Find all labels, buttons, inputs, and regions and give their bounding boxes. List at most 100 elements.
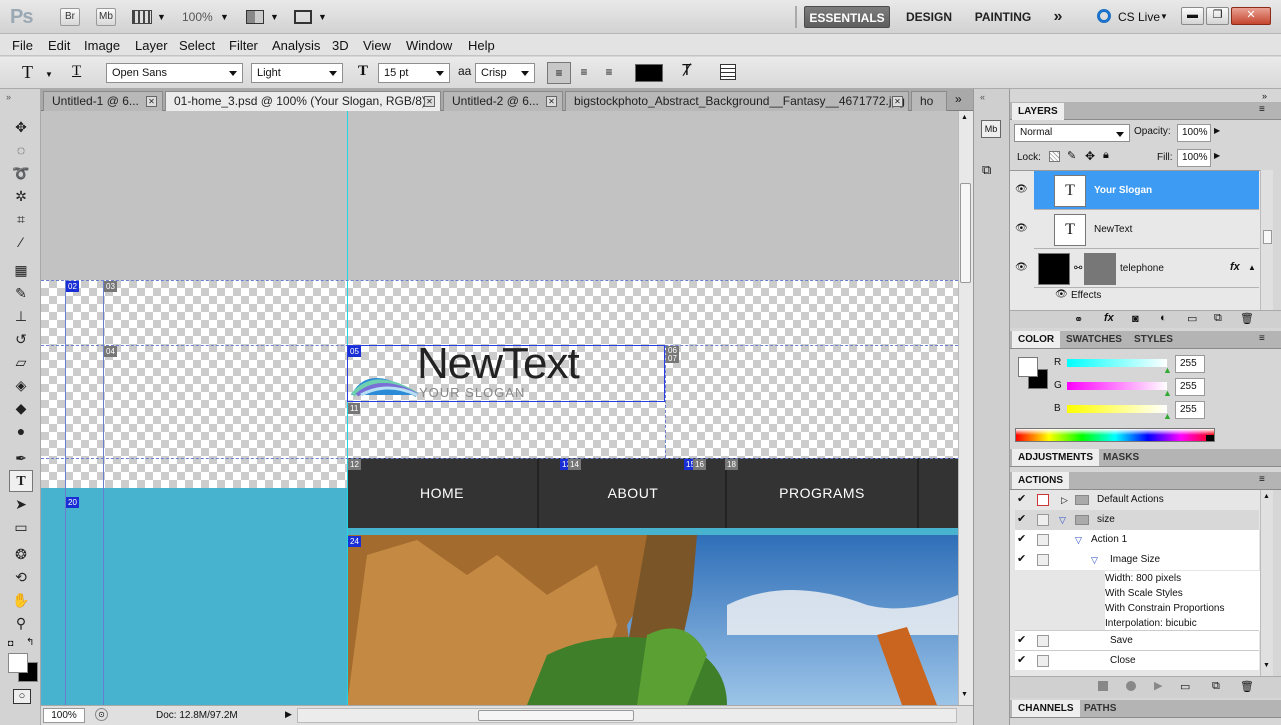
cs-live-icon[interactable]: [1097, 9, 1111, 23]
tab-untitled-2[interactable]: Untitled-2 @ 6... ✕: [443, 91, 563, 111]
tab-actions[interactable]: ACTIONS: [1012, 472, 1069, 489]
check-icon[interactable]: ✔: [1017, 514, 1029, 526]
actions-scrollbar[interactable]: ▲ ▼: [1260, 490, 1273, 676]
font-family-select[interactable]: Open Sans: [106, 63, 243, 83]
slice-label[interactable]: 20: [66, 497, 79, 508]
visibility-eye-icon[interactable]: 👁︎: [1015, 262, 1028, 273]
action-set-row[interactable]: ✔ ▷ Default Actions: [1015, 490, 1259, 510]
stop-icon[interactable]: [1098, 681, 1108, 691]
chevron-down-icon[interactable]: ▼: [45, 70, 53, 79]
new-layer-icon[interactable]: ⧉: [1214, 312, 1222, 325]
close-icon[interactable]: ✕: [546, 96, 557, 107]
slice-label[interactable]: 18: [725, 459, 738, 470]
layer-row[interactable]: T NewText: [1034, 210, 1259, 249]
chevron-down-icon[interactable]: ▼: [318, 12, 327, 22]
magic-wand-icon[interactable]: ✲: [9, 185, 33, 207]
lasso-tool-icon[interactable]: ➰: [9, 162, 33, 184]
filmstrip-icon[interactable]: [132, 10, 152, 24]
tab-layers[interactable]: LAYERS: [1012, 103, 1064, 120]
zoom-tool-icon[interactable]: ⚲: [9, 612, 33, 634]
action-step-row[interactable]: ✔ ▽ Image Size: [1015, 550, 1259, 570]
menu-filter[interactable]: Filter: [229, 38, 258, 53]
fill-field[interactable]: 100%: [1177, 149, 1211, 167]
lock-pixels-icon[interactable]: ✎: [1067, 149, 1076, 162]
color-spectrum[interactable]: [1015, 428, 1215, 442]
menu-view[interactable]: View: [363, 38, 391, 53]
dodge-tool-icon[interactable]: ●: [9, 420, 33, 442]
action-step-row[interactable]: ✔ Save: [1015, 630, 1259, 650]
nav-programs[interactable]: PROGRAMS: [727, 458, 917, 528]
menu-analysis[interactable]: Analysis: [272, 38, 320, 53]
action-set-row[interactable]: ✔ ▽ size: [1015, 510, 1259, 530]
zoom-field[interactable]: 100%: [43, 708, 85, 723]
panel-menu-icon[interactable]: ≡: [1259, 333, 1265, 344]
character-panel-icon[interactable]: [720, 64, 736, 80]
menu-help[interactable]: Help: [468, 38, 495, 53]
pen-tool-icon[interactable]: ✒: [9, 447, 33, 469]
panel-menu-icon[interactable]: ≡: [1259, 474, 1265, 485]
3d-rotate-icon[interactable]: ❂: [9, 543, 33, 565]
arrange-documents-icon[interactable]: [246, 10, 264, 24]
visibility-eye-icon[interactable]: 👁︎: [1015, 184, 1028, 195]
cs-live-menu[interactable]: CS Live: [1118, 10, 1160, 24]
chevron-down-icon[interactable]: ▼: [270, 12, 279, 22]
blur-tool-icon[interactable]: ◆: [9, 397, 33, 419]
check-icon[interactable]: ✔: [1017, 554, 1029, 566]
check-icon[interactable]: ✔: [1017, 635, 1029, 647]
green-slider[interactable]: [1067, 382, 1167, 390]
align-right-button[interactable]: ≡: [598, 62, 620, 84]
antialias-select[interactable]: Crisp: [475, 63, 535, 83]
move-tool-icon[interactable]: ✥: [9, 116, 33, 138]
dialog-toggle-icon[interactable]: [1037, 635, 1049, 647]
text-orientation-icon[interactable]: T: [72, 63, 81, 80]
menu-3d[interactable]: 3D: [332, 38, 349, 53]
menu-edit[interactable]: Edit: [48, 38, 70, 53]
logo-slogan[interactable]: YOUR SLOGAN: [419, 385, 525, 400]
expand-arrow-icon[interactable]: ▲: [1248, 263, 1256, 272]
align-left-button[interactable]: ≡: [547, 62, 571, 84]
workspace-design[interactable]: DESIGN: [900, 6, 958, 28]
default-colors-icon[interactable]: ◘: [8, 638, 13, 648]
layer-name[interactable]: Your Slogan: [1094, 185, 1152, 196]
status-arrow-icon[interactable]: ▶: [285, 709, 292, 720]
history-brush-icon[interactable]: ↺: [9, 328, 33, 350]
slider-thumb[interactable]: ▲: [1163, 388, 1172, 398]
chevron-down-icon[interactable]: ▼: [1160, 12, 1168, 21]
eraser-tool-icon[interactable]: ▱: [9, 351, 33, 373]
dialog-toggle-icon[interactable]: [1037, 655, 1049, 667]
link-layers-icon[interactable]: ⚭: [1074, 313, 1083, 326]
blue-slider[interactable]: [1067, 405, 1167, 413]
delete-layer-icon[interactable]: 🗑︎: [1240, 312, 1254, 325]
layer-row[interactable]: T Your Slogan: [1034, 171, 1259, 210]
layer-name[interactable]: NewText: [1094, 224, 1132, 235]
collapse-arrows-icon[interactable]: «: [980, 92, 985, 102]
scroll-down-icon[interactable]: ▼: [1263, 662, 1270, 669]
dialog-toggle-icon[interactable]: [1037, 514, 1049, 526]
tab-bigstockphoto[interactable]: bigstockphoto_Abstract_Background__Fanta…: [565, 91, 909, 111]
clone-stamp-icon[interactable]: ⊥: [9, 305, 33, 327]
foreground-color-swatch[interactable]: [1018, 357, 1038, 377]
bridge-button[interactable]: Br: [60, 8, 80, 26]
record-icon[interactable]: [1126, 681, 1136, 691]
menu-image[interactable]: Image: [84, 38, 120, 53]
zoom-level[interactable]: 100%: [182, 10, 213, 24]
new-action-icon[interactable]: ⧉: [1212, 680, 1220, 693]
panel-menu-icon[interactable]: ≡: [1259, 104, 1265, 115]
brush-tool-icon[interactable]: ✎: [9, 282, 33, 304]
lock-transparency-icon[interactable]: [1049, 151, 1060, 162]
effects-label[interactable]: Effects: [1071, 290, 1101, 301]
logo-text[interactable]: NewText: [417, 339, 580, 389]
delete-icon[interactable]: 🗑︎: [1240, 680, 1254, 693]
tab-color[interactable]: COLOR: [1012, 331, 1061, 348]
dialog-toggle-icon[interactable]: [1037, 534, 1049, 546]
slice-label[interactable]: 03: [104, 281, 117, 292]
slider-thumb[interactable]: ▲: [1163, 411, 1172, 421]
new-set-icon[interactable]: ▭: [1180, 680, 1190, 693]
close-icon[interactable]: ✕: [424, 96, 435, 107]
status-info-icon[interactable]: ⊙: [95, 708, 108, 721]
path-selection-icon[interactable]: ➤: [9, 493, 33, 515]
tab-paths[interactable]: PATHS: [1078, 700, 1122, 717]
collapse-arrows-icon[interactable]: »: [6, 92, 11, 102]
marquee-tool-icon[interactable]: ◌: [9, 139, 33, 161]
tab-masks[interactable]: MASKS: [1097, 449, 1145, 466]
